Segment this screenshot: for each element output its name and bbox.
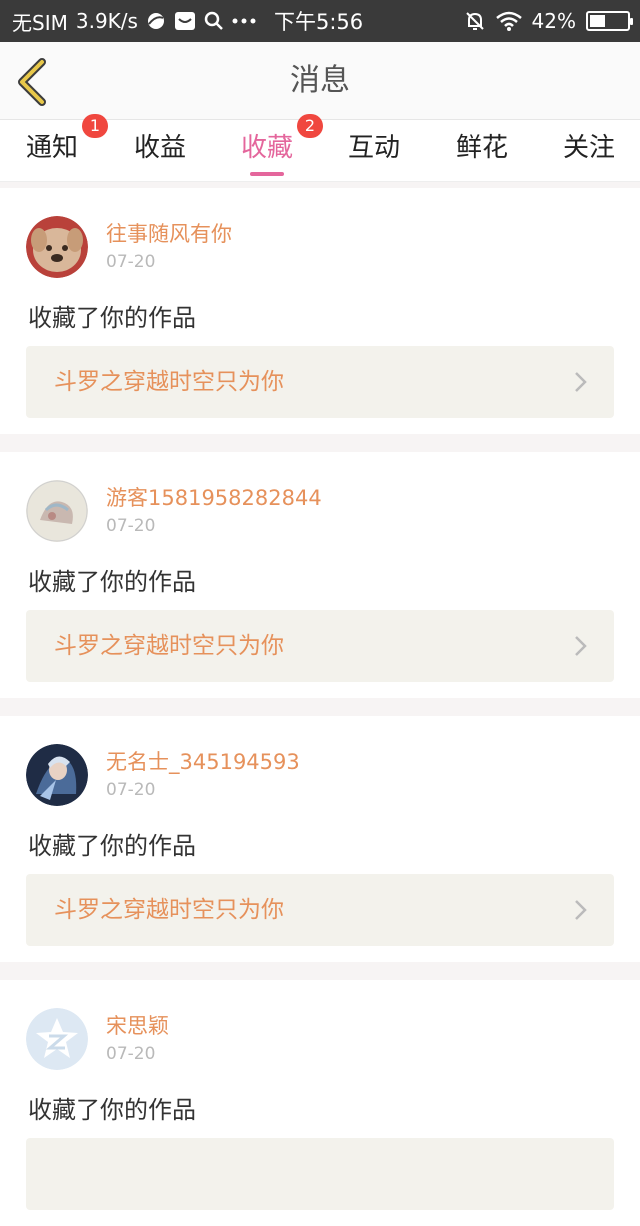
mute-bell-icon [464, 10, 486, 32]
message-date: 07-20 [106, 1044, 156, 1064]
tab-flowers[interactable]: 鲜花 [456, 120, 508, 182]
divider [0, 434, 640, 452]
avatar[interactable] [26, 216, 88, 278]
work-title: 斗罗之穿越时空只为你 [54, 897, 284, 923]
action-text: 收藏了你的作品 [28, 1096, 196, 1124]
message-date: 07-20 [106, 252, 156, 272]
message-card: 宋思颖 07-20 收藏了你的作品 [0, 980, 640, 1226]
tab-following[interactable]: 关注 [563, 120, 615, 182]
action-text: 收藏了你的作品 [28, 568, 196, 596]
page-title: 消息 [290, 63, 350, 98]
work-link[interactable]: 斗罗之穿越时空只为你 [26, 610, 614, 682]
wifi-icon [495, 11, 522, 31]
username[interactable]: 无名士_345194593 [106, 746, 300, 776]
work-link[interactable]: 斗罗之穿越时空只为你 [26, 346, 614, 418]
work-link[interactable] [26, 1138, 614, 1210]
tab-label: 通知 [26, 133, 79, 163]
network-speed: 3.9K/s [75, 9, 138, 33]
action-text: 收藏了你的作品 [28, 832, 196, 860]
tab-label: 鲜花 [456, 133, 509, 163]
chevron-right-icon [575, 900, 587, 920]
tab-bar: 通知 1 收益 收藏 2 互动 鲜花 关注 [0, 114, 640, 182]
chevron-right-icon [575, 372, 587, 392]
avatar[interactable] [26, 744, 88, 806]
tab-label: 关注 [563, 133, 616, 163]
battery-percent: 42% [531, 9, 576, 33]
username[interactable]: 宋思颖 [106, 1010, 169, 1040]
action-text: 收藏了你的作品 [28, 304, 196, 332]
work-title: 斗罗之穿越时空只为你 [54, 633, 284, 659]
status-bar: 无SIM 3.9K/s 下午5:56 42% [0, 0, 640, 42]
tab-label: 收藏 [241, 133, 294, 163]
message-date: 07-20 [106, 780, 156, 800]
browser-icon [146, 11, 166, 31]
avatar[interactable] [26, 1008, 88, 1070]
tab-interactions[interactable]: 互动 [348, 120, 400, 182]
work-title: 斗罗之穿越时空只为你 [54, 369, 284, 395]
divider [0, 698, 640, 716]
username[interactable]: 游客1581958282844 [106, 482, 322, 512]
header: 消息 [0, 42, 640, 120]
unread-badge: 1 [82, 114, 109, 138]
default-avatar-icon [26, 1008, 88, 1070]
tab-favorites[interactable]: 收藏 2 [241, 114, 324, 182]
more-dots-icon [232, 17, 256, 25]
tab-earnings[interactable]: 收益 [134, 120, 186, 182]
tab-label: 收益 [134, 133, 187, 163]
message-date: 07-20 [106, 516, 156, 536]
divider [0, 962, 640, 980]
message-card: 游客1581958282844 07-20 收藏了你的作品 斗罗之穿越时空只为你 [0, 452, 640, 698]
username[interactable]: 往事随风有你 [106, 218, 232, 248]
chevron-right-icon [575, 636, 587, 656]
battery-icon [586, 11, 633, 31]
avatar[interactable] [26, 480, 88, 542]
message-icon [174, 11, 196, 31]
carrier-text: 无SIM [12, 10, 68, 35]
message-card: 无名士_345194593 07-20 收藏了你的作品 斗罗之穿越时空只为你 [0, 716, 640, 962]
clock: 下午5:56 [274, 10, 364, 34]
message-card: 往事随风有你 07-20 收藏了你的作品 斗罗之穿越时空只为你 [0, 188, 640, 434]
tab-label: 互动 [348, 133, 401, 163]
search-icon [204, 11, 224, 31]
active-tab-indicator [250, 172, 284, 176]
work-link[interactable]: 斗罗之穿越时空只为你 [26, 874, 614, 946]
tab-notifications[interactable]: 通知 1 [26, 114, 109, 182]
unread-badge: 2 [297, 114, 324, 138]
